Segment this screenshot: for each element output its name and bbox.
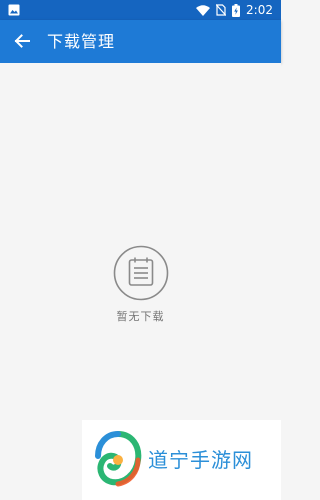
watermark-text: 道宁手游网 <box>148 448 253 472</box>
status-bar: 2:02 <box>0 0 281 20</box>
app-bar: 下载管理 <box>0 20 281 63</box>
empty-state: 暂无下载 <box>0 245 281 324</box>
empty-state-text: 暂无下载 <box>116 310 165 323</box>
status-icons: 2:02 <box>196 2 273 18</box>
swirl-logo <box>95 431 142 487</box>
back-button[interactable] <box>7 26 37 56</box>
page-title: 下载管理 <box>47 32 116 51</box>
status-time: 2:02 <box>246 3 273 17</box>
battery-charging-icon <box>232 3 241 17</box>
watermark: 道宁手游网 <box>82 420 281 500</box>
back-arrow-icon <box>14 34 30 48</box>
no-sim-icon <box>216 4 227 16</box>
document-list-icon <box>113 245 168 301</box>
wifi-icon <box>196 4 211 16</box>
image-icon <box>8 4 20 16</box>
